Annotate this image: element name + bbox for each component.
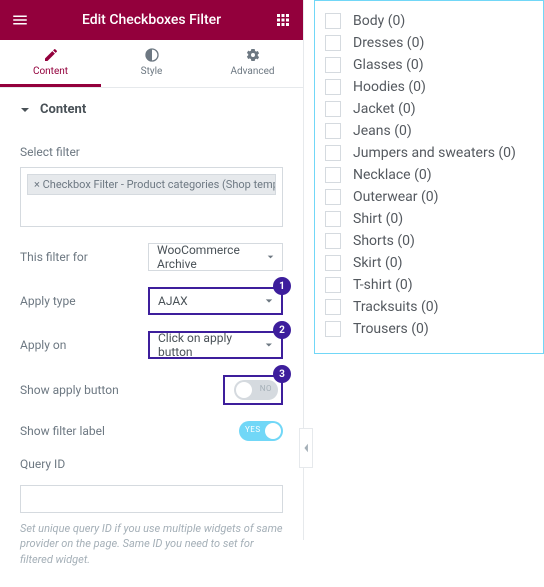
list-item[interactable]: Jeans (0) — [325, 123, 533, 139]
list-item[interactable]: Skirt (0) — [325, 255, 533, 271]
list-item[interactable]: Shorts (0) — [325, 233, 533, 249]
checkbox-label: Dresses (0) — [353, 35, 424, 51]
checkbox[interactable] — [325, 277, 341, 293]
list-item[interactable]: Tracksuits (0) — [325, 299, 533, 315]
list-item[interactable]: T-shirt (0) — [325, 277, 533, 293]
checkbox[interactable] — [325, 123, 341, 139]
checkbox-label: Jeans (0) — [353, 123, 412, 139]
tab-content[interactable]: Content — [0, 40, 101, 87]
list-item[interactable]: Outerwear (0) — [325, 189, 533, 205]
contrast-icon — [144, 47, 160, 63]
chevron-down-icon — [267, 253, 274, 261]
checkbox-label: Necklace (0) — [353, 167, 432, 183]
apply-on-label: Apply on — [20, 338, 148, 352]
query-id-label: Query ID — [20, 457, 283, 471]
row-apply-type: Apply type AJAX 1 — [20, 287, 283, 315]
gear-icon — [245, 47, 261, 63]
list-item[interactable]: Dresses (0) — [325, 35, 533, 51]
collapse-panel-button[interactable] — [299, 428, 313, 468]
tab-advanced[interactable]: Advanced — [202, 40, 303, 87]
controls-area: Select filter × Checkbox Filter - Produc… — [0, 145, 303, 587]
checkbox-label: Hoodies (0) — [353, 79, 426, 95]
checkbox[interactable] — [325, 321, 341, 337]
list-item[interactable]: Jumpers and sweaters (0) — [325, 145, 533, 161]
caret-down-icon — [20, 105, 30, 115]
preview-area: Body (0) Dresses (0) Glasses (0) Hoodies (0… — [304, 0, 544, 354]
apply-type-select[interactable]: AJAX — [148, 287, 283, 315]
checkbox[interactable] — [325, 167, 341, 183]
grid-icon — [274, 11, 292, 29]
checkbox-label: T-shirt (0) — [353, 277, 413, 293]
checkbox[interactable] — [325, 79, 341, 95]
checkbox[interactable] — [325, 189, 341, 205]
checkbox-label: Jumpers and sweaters (0) — [353, 145, 516, 161]
row-this-filter-for: This filter for WooCommerce Archive — [20, 243, 283, 271]
show-filter-label-label: Show filter label — [20, 424, 148, 438]
panel-header: Edit Checkboxes Filter — [0, 0, 303, 40]
checkbox[interactable] — [325, 145, 341, 161]
show-filter-label-toggle[interactable]: YES — [239, 421, 283, 441]
list-item[interactable]: Jacket (0) — [325, 101, 533, 117]
chevron-down-icon — [265, 297, 273, 305]
panel-tabs: Content Style Advanced — [0, 40, 303, 88]
checkbox[interactable] — [325, 13, 341, 29]
checkbox-label: Outerwear (0) — [353, 189, 439, 205]
checkbox-label: Tracksuits (0) — [353, 299, 439, 315]
callout-badge-3: 3 — [273, 365, 291, 383]
checkbox[interactable] — [325, 233, 341, 249]
tab-style[interactable]: Style — [101, 40, 202, 87]
filter-token[interactable]: × Checkbox Filter - Product categories (… — [27, 174, 276, 195]
panel-title: Edit Checkboxes Filter — [40, 12, 263, 28]
checkbox[interactable] — [325, 255, 341, 271]
callout-badge-1: 1 — [273, 277, 291, 295]
this-filter-for-label: This filter for — [20, 250, 148, 264]
callout-badge-2: 2 — [273, 321, 291, 339]
select-filter-label: Select filter — [20, 145, 283, 159]
checkbox[interactable] — [325, 101, 341, 117]
checkbox[interactable] — [325, 35, 341, 51]
checkbox-label: Shorts (0) — [353, 233, 415, 249]
show-apply-button-toggle[interactable]: NO — [234, 380, 278, 400]
query-id-input[interactable] — [20, 485, 283, 513]
list-item[interactable]: Shirt (0) — [325, 211, 533, 227]
chevron-left-icon — [303, 443, 310, 453]
hamburger-icon — [11, 11, 29, 29]
toggle-knob — [265, 423, 281, 439]
editor-panel: Edit Checkboxes Filter Content Style Adv… — [0, 0, 304, 540]
checkbox-label: Trousers (0) — [353, 321, 429, 337]
show-filter-label-toggle-wrap: YES — [148, 421, 283, 441]
checkbox[interactable] — [325, 299, 341, 315]
apply-type-label: Apply type — [20, 294, 148, 308]
checkbox-label: Body (0) — [353, 13, 405, 29]
chevron-down-icon — [265, 341, 273, 349]
list-item[interactable]: Glasses (0) — [325, 57, 533, 73]
checkbox-label: Glasses (0) — [353, 57, 424, 73]
apply-on-select[interactable]: Click on apply button — [148, 331, 283, 359]
row-show-filter-label: Show filter label YES — [20, 421, 283, 441]
checkbox-label: Skirt (0) — [353, 255, 403, 271]
checkbox-filter-widget[interactable]: Body (0) Dresses (0) Glasses (0) Hoodies (0… — [314, 0, 544, 354]
list-item[interactable]: Body (0) — [325, 13, 533, 29]
select-filter-input[interactable]: × Checkbox Filter - Product categories (… — [20, 167, 283, 227]
show-apply-button-label: Show apply button — [20, 383, 148, 397]
pencil-icon — [43, 47, 59, 63]
checkbox[interactable] — [325, 211, 341, 227]
list-item[interactable]: Necklace (0) — [325, 167, 533, 183]
toggle-knob — [236, 382, 252, 398]
list-item[interactable]: Hoodies (0) — [325, 79, 533, 95]
menu-button[interactable] — [0, 0, 40, 40]
row-apply-on: Apply on Click on apply button 2 — [20, 331, 283, 359]
list-item[interactable]: Trousers (0) — [325, 321, 533, 337]
checkbox-label: Shirt (0) — [353, 211, 403, 227]
row-show-apply-button: Show apply button NO 3 — [20, 375, 283, 405]
checkbox[interactable] — [325, 57, 341, 73]
this-filter-for-select[interactable]: WooCommerce Archive — [148, 243, 283, 271]
apps-button[interactable] — [263, 0, 303, 40]
query-id-hint: Set unique query ID if you use multiple … — [20, 521, 283, 567]
section-toggle-content[interactable]: Content — [0, 88, 303, 131]
checkbox-label: Jacket (0) — [353, 101, 416, 117]
